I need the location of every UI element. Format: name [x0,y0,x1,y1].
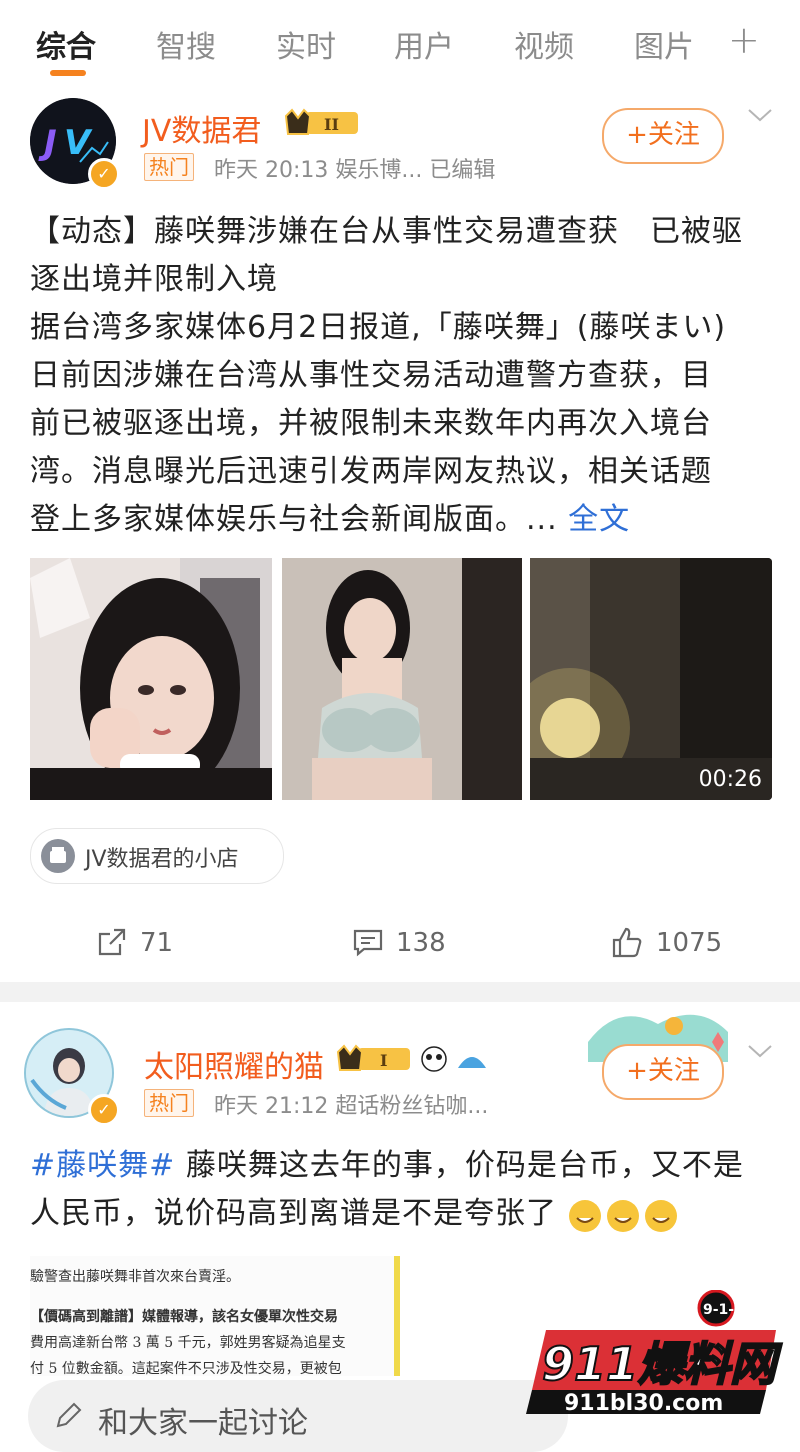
post-line: 人民币，说价码高到离谱是不是夸张了 [30,1196,557,1231]
news-line: 【價碼高到離譜】媒體報導，該名女優單次性交易 [30,1309,338,1325]
comment-placeholder: 和大家一起讨论 [98,1406,308,1441]
member-level: II [324,115,339,134]
post-image-1[interactable] [30,558,272,800]
tab-realtime[interactable]: 实时 [276,22,336,66]
repost-icon [98,928,126,956]
hot-tag: 热门 [144,153,194,181]
tab-smart-search[interactable]: 智搜 [156,22,216,66]
verified-badge-icon: ✓ [88,158,120,190]
comment-icon [353,929,383,957]
chevron-down-icon[interactable] [746,1038,774,1068]
watermark-url: 911bl30.com [564,1391,723,1416]
active-tab-indicator [50,70,86,76]
like-count: 1075 [656,928,723,958]
chevron-down-icon[interactable] [746,102,774,132]
news-line: 驗警查出藤咲舞非首次來台賣淫。 [30,1269,240,1285]
member-crown-icon: I [336,1044,410,1071]
post-meta: 昨天 21:12 超话粉丝钻咖... [214,1094,489,1119]
post-line: 登上多家媒体娱乐与社会新闻版面。... [30,502,558,537]
hot-tag: 热门 [144,1089,194,1117]
post-meta: 昨天 20:13 娱乐博... 已编辑 [214,158,496,183]
shop-label: JV数据君的小店 [85,847,239,872]
post-line: 据台湾多家媒体6月2日报道,「藤咲舞」(藤咲まい) [30,310,727,345]
post-line: 日前因涉嫌在台湾从事性交易活动遭警方查获，目 [30,358,712,393]
member-crown-icon: II [284,108,358,135]
tab-users[interactable]: 用户 [394,22,454,66]
post-body: #藤咲舞# 藤咲舞这去年的事，价码是台币，又不是 人民币，说价码高到离谱是不是夸… [30,1142,770,1238]
tab-videos[interactable]: 视频 [514,22,574,66]
post-separator [0,982,800,1002]
member-level: I [380,1051,387,1070]
shop-icon [41,839,75,873]
grin-emoji-icon [568,1199,677,1232]
edit-icon [56,1402,82,1428]
post-line: 逐出境并限制入境 [30,262,278,297]
comment-input[interactable]: 和大家一起讨论 [28,1380,568,1452]
post-line: 【动态】藤咲舞涉嫌在台从事性交易遭查获 已被驱 [30,214,743,249]
video-duration: 00:26 [698,767,762,792]
post-line: 藤咲舞这去年的事，价码是台币，又不是 [175,1148,744,1183]
search-tabs: 综合 智搜 实时 用户 视频 图片 + [0,0,800,84]
post-line: 湾。消息曝光后迅速引发两岸网友热议，相关话题 [30,454,712,489]
comment-count: 138 [396,928,446,958]
svg-text:V: V [64,123,93,163]
full-text-link[interactable]: 全文 [568,502,630,537]
repost-count: 71 [140,928,174,958]
panda-shark-icon [421,1046,486,1072]
watermark-logo: 9-1-1 911爆料网 911bl30.com [516,1289,796,1416]
like-icon [612,927,642,958]
username[interactable]: 太阳照耀的猫 [144,1042,324,1086]
post-line: 前已被驱逐出境，并被限制未来数年内再次入境台 [30,406,712,441]
username[interactable]: JV数据君 [142,106,261,150]
hashtag-link[interactable]: #藤咲舞# [30,1148,175,1183]
news-line: 費用高達新台幣 3 萬 5 千元，郭姓男客疑為追星支 [30,1335,346,1351]
add-tab-button[interactable]: + [728,18,760,62]
post-image-2[interactable] [282,558,522,800]
watermark-brand: 911爆料网 [542,1337,782,1391]
tab-images[interactable]: 图片 [634,22,694,66]
post-image-news-screenshot[interactable]: 驗警查出藤咲舞非首次來台賣淫。 【價碼高到離譜】媒體報導，該名女優單次性交易 費… [30,1256,400,1376]
shop-link[interactable]: JV数据君的小店 [30,828,284,884]
tab-comprehensive[interactable]: 综合 [36,22,96,66]
verified-badge-icon: ✓ [88,1094,120,1126]
follow-button[interactable]: +关注 [602,1044,724,1100]
follow-button[interactable]: +关注 [602,108,724,164]
news-line: 付 5 位數金額。這起案件不只涉及性交易，更被包 [30,1361,342,1376]
watermark-badge: 9-1-1 [703,1302,744,1318]
post-body: 【动态】藤咲舞涉嫌在台从事性交易遭查获 已被驱 逐出境并限制入境 据台湾多家媒体… [30,208,770,544]
post-video-thumbnail[interactable]: 00:26 [530,558,772,800]
